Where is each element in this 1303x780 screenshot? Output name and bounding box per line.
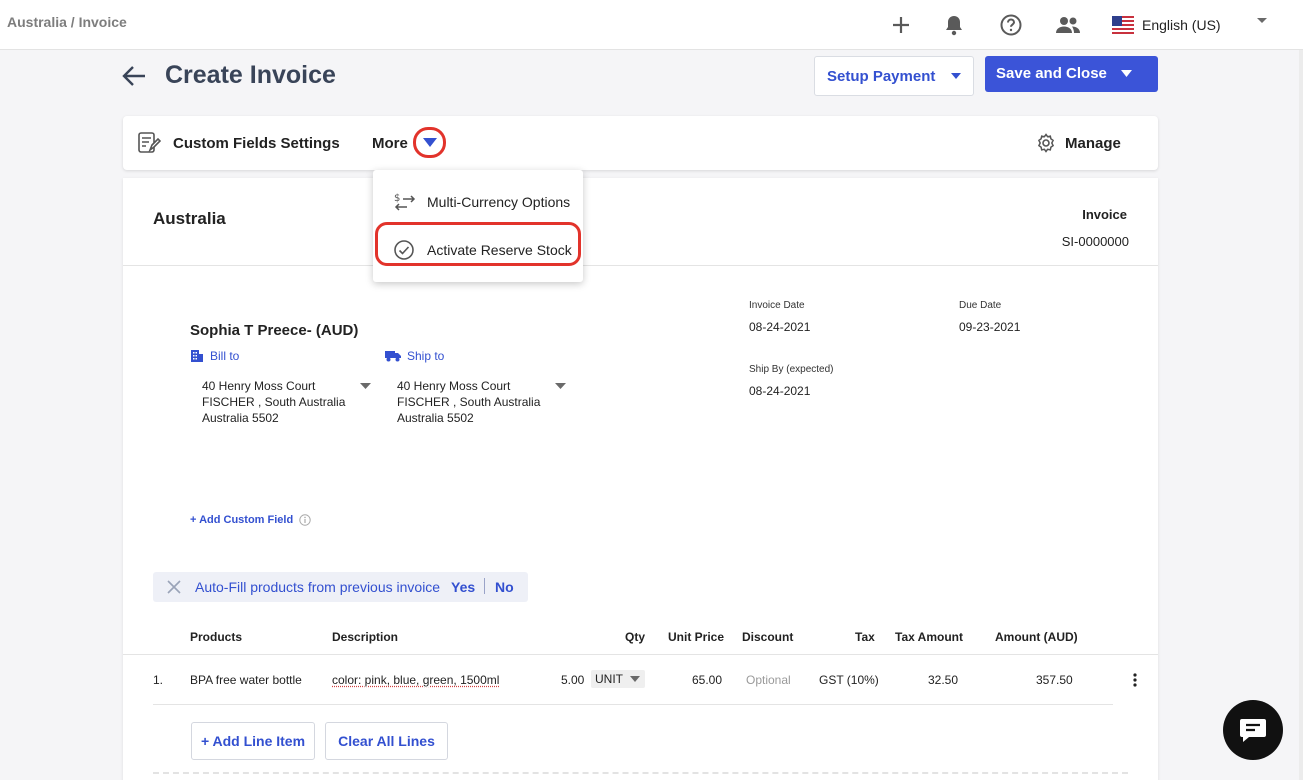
- autofill-yes-button[interactable]: Yes: [451, 579, 475, 595]
- gear-icon: [1037, 133, 1055, 153]
- chevron-down-icon[interactable]: [1256, 17, 1268, 25]
- add-line-item-button[interactable]: + Add Line Item: [191, 722, 315, 760]
- save-and-close-button[interactable]: Save and Close: [985, 56, 1158, 92]
- manage-label: Manage: [1065, 134, 1121, 152]
- info-icon[interactable]: [299, 514, 311, 526]
- scrollbar[interactable]: [1299, 50, 1303, 780]
- autofill-banner: Auto-Fill products from previous invoice…: [153, 572, 528, 602]
- divider: [123, 654, 1158, 655]
- invoice-number[interactable]: SI-0000000: [1062, 234, 1129, 249]
- invoice-date-field[interactable]: 08-24-2021: [749, 320, 810, 334]
- more-vertical-icon[interactable]: [1132, 672, 1138, 688]
- divider: [484, 578, 485, 594]
- custom-fields-settings-button[interactable]: Custom Fields Settings: [173, 135, 340, 152]
- address-line: Australia 5502: [202, 411, 279, 425]
- chevron-down-icon[interactable]: [360, 383, 371, 389]
- ship-to-address[interactable]: 40 Henry Moss Court FISCHER , South Aust…: [397, 378, 540, 426]
- plus-icon[interactable]: [885, 9, 917, 41]
- invoice-toolbar: Custom Fields Settings More Manage: [123, 116, 1158, 170]
- company-name: Australia: [153, 209, 226, 228]
- unit-price-field[interactable]: 65.00: [692, 673, 722, 687]
- document-type: Invoice: [1082, 207, 1127, 222]
- invoice-form: Australia Invoice SI-0000000 Sophia T Pr…: [123, 178, 1158, 780]
- chat-button[interactable]: [1223, 700, 1283, 760]
- chevron-down-icon: [422, 138, 437, 147]
- bill-to-label: Bill to: [210, 349, 240, 363]
- ship-to-label: Ship to: [407, 349, 445, 363]
- ship-by-label: Ship By (expected): [749, 364, 834, 375]
- description-field[interactable]: color: pink, blue, green, 1500ml: [332, 673, 499, 687]
- svg-text:$: $: [394, 193, 400, 204]
- truck-icon: [385, 351, 401, 362]
- row-index: 1.: [153, 673, 164, 687]
- top-bar: Australia / Invoice English (US): [0, 0, 1303, 50]
- address-line: 40 Henry Moss Court: [202, 379, 316, 393]
- unit-select[interactable]: UNIT: [591, 670, 645, 688]
- clear-all-lines-button[interactable]: Clear All Lines: [325, 722, 448, 760]
- language-selector[interactable]: English (US): [1112, 9, 1221, 41]
- chevron-down-icon[interactable]: [1121, 70, 1132, 77]
- column-header-tax-amount: Tax Amount: [895, 630, 963, 644]
- currency-exchange-icon: $: [393, 191, 417, 213]
- add-custom-field-link[interactable]: + Add Custom Field: [190, 514, 311, 526]
- users-icon[interactable]: [1052, 9, 1084, 41]
- address-line: Australia 5502: [397, 411, 474, 425]
- breadcrumb[interactable]: Australia / Invoice: [7, 14, 127, 30]
- unit-value: UNIT: [595, 672, 623, 686]
- address-line: FISCHER , South Australia: [397, 395, 541, 409]
- menu-item-multi-currency[interactable]: $ Multi-Currency Options: [373, 182, 583, 222]
- more-label[interactable]: More: [372, 135, 408, 152]
- due-date-field[interactable]: 09-23-2021: [959, 320, 1020, 334]
- column-header-tax: Tax: [855, 630, 875, 644]
- tax-field[interactable]: GST (10%): [819, 673, 879, 687]
- column-header-unit-price: Unit Price: [668, 630, 725, 644]
- product-field[interactable]: BPA free water bottle: [190, 673, 302, 687]
- bill-to-link[interactable]: Bill to: [190, 349, 239, 363]
- discount-field[interactable]: Optional: [746, 673, 791, 687]
- more-dropdown-menu: $ Multi-Currency Options Activate Reserv…: [373, 170, 583, 282]
- divider: [123, 265, 1158, 266]
- column-header-qty: Qty: [625, 630, 646, 644]
- add-custom-field-label: + Add Custom Field: [190, 514, 294, 526]
- us-flag-icon: [1112, 16, 1134, 34]
- column-header-products: Products: [190, 630, 243, 644]
- column-header-description: Description: [332, 630, 399, 644]
- ship-by-field[interactable]: 08-24-2021: [749, 384, 810, 398]
- language-label: English (US): [1142, 17, 1221, 33]
- more-dropdown-button[interactable]: [413, 127, 446, 158]
- back-arrow-icon[interactable]: [121, 64, 147, 88]
- column-header-discount: Discount: [742, 630, 794, 644]
- page-title: Create Invoice: [165, 61, 336, 89]
- help-icon[interactable]: [995, 9, 1027, 41]
- building-icon: [191, 350, 203, 362]
- customer-name[interactable]: Sophia T Preece- (AUD): [190, 322, 358, 339]
- address-line: 40 Henry Moss Court: [397, 379, 511, 393]
- autofill-text: Auto-Fill products from previous invoice: [195, 579, 441, 595]
- qty-field[interactable]: 5.00: [561, 673, 584, 687]
- divider: [153, 772, 1128, 774]
- divider: [153, 704, 1113, 705]
- chevron-down-icon: [630, 676, 640, 682]
- ship-to-link[interactable]: Ship to: [385, 349, 444, 363]
- address-line: FISCHER , South Australia: [202, 395, 346, 409]
- chevron-down-icon: [951, 73, 961, 79]
- setup-payment-label: Setup Payment: [827, 67, 936, 85]
- save-and-close-label: Save and Close: [996, 65, 1107, 82]
- amount-value: 357.50: [1036, 673, 1073, 687]
- annotation-highlight: [375, 222, 581, 266]
- bell-icon[interactable]: [938, 9, 970, 41]
- column-header-amount: Amount (AUD): [995, 630, 1078, 644]
- chevron-down-icon[interactable]: [555, 383, 566, 389]
- invoice-date-label: Invoice Date: [749, 300, 805, 311]
- bill-to-address[interactable]: 40 Henry Moss Court FISCHER , South Aust…: [202, 378, 345, 426]
- edit-document-icon[interactable]: [137, 131, 161, 155]
- close-icon[interactable]: [167, 580, 181, 594]
- tax-amount-value: 32.50: [928, 673, 959, 687]
- due-date-label: Due Date: [959, 300, 1002, 311]
- setup-payment-button[interactable]: Setup Payment: [814, 56, 974, 96]
- autofill-no-button[interactable]: No: [495, 579, 514, 595]
- menu-item-label: Multi-Currency Options: [427, 194, 571, 210]
- chat-icon: [1240, 719, 1266, 742]
- manage-button[interactable]: Manage: [1036, 133, 1121, 153]
